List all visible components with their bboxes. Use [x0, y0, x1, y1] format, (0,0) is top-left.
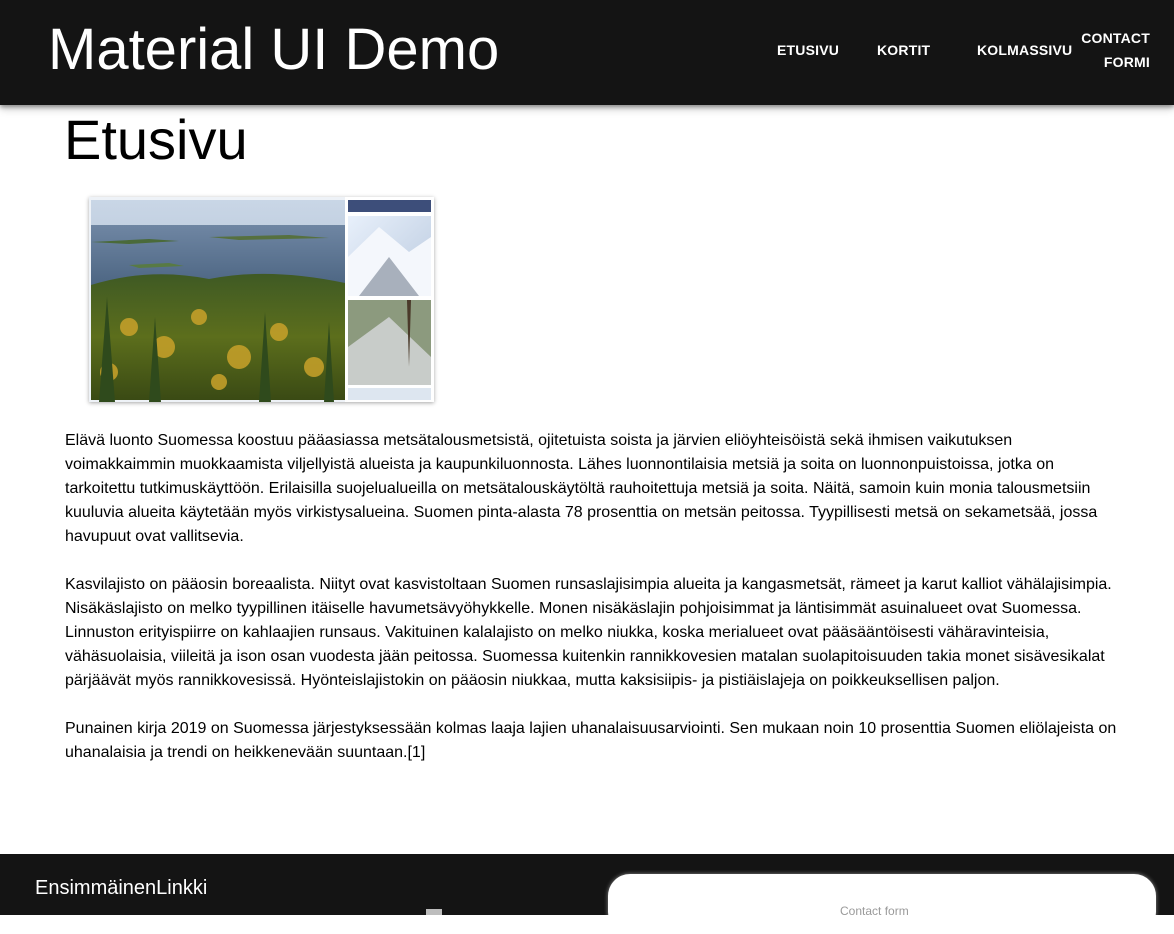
nav-link-contact-formi[interactable]: CONTACT FORMI	[1072, 0, 1150, 100]
paragraph-3: Punainen kirja 2019 on Suomessa järjesty…	[65, 720, 1117, 761]
collage-picture	[91, 197, 434, 402]
contact-form-card: Contact form	[608, 874, 1156, 934]
nav-link-etusivu[interactable]: ETUSIVU	[777, 0, 839, 100]
nav-link-kortit[interactable]: KORTIT	[877, 0, 930, 100]
nav-link-kolmassivu[interactable]: KOLMASSIVU	[977, 0, 1072, 100]
paragraph-2: Kasvilajisto on pääosin boreaalista. Nii…	[65, 576, 1112, 689]
article-content: Elävä luonto Suomessa koostuu pääasiassa…	[65, 429, 1125, 789]
footer-link-ensimmainen[interactable]: EnsimmäinenLinkki	[35, 876, 207, 900]
footer-image-icon	[426, 909, 442, 915]
contact-form-title: Contact form	[840, 904, 909, 918]
page-title: Etusivu	[64, 108, 248, 171]
paragraph-1: Elävä luonto Suomessa koostuu pääasiassa…	[65, 432, 1098, 545]
app-bar: Material UI Demo ETUSIVU KORTIT KOLMASSI…	[0, 0, 1174, 105]
app-title: Material UI Demo	[48, 17, 500, 82]
finland-nature-collage-image	[89, 197, 434, 402]
